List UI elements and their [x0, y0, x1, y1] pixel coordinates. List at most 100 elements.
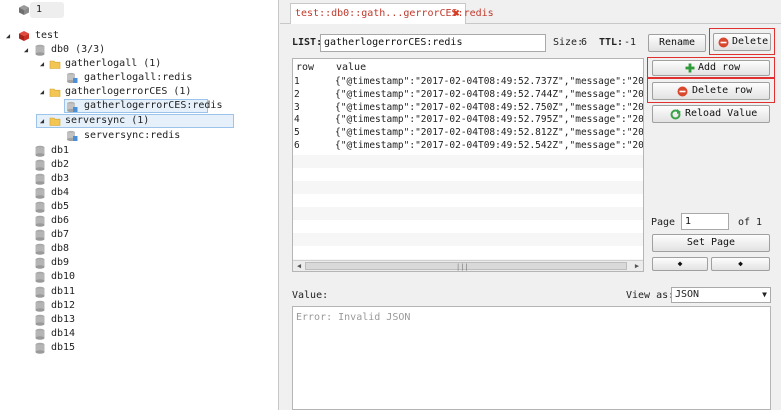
- scroll-left-arrow-icon[interactable]: ◀: [294, 261, 304, 271]
- column-header-row[interactable]: row: [296, 62, 314, 73]
- db-label: db3: [51, 173, 70, 185]
- right-arrow-icon: ◆: [738, 259, 743, 268]
- db-label: db4: [51, 187, 70, 199]
- view-as-label: View as:: [626, 290, 675, 301]
- row-number: 6: [294, 140, 300, 151]
- table-row[interactable]: 1 {"@timestamp":"2017-02-04T08:49:52.737Z…: [293, 75, 643, 88]
- empty-row: [293, 233, 643, 246]
- key-name-input[interactable]: gatherlogerrorCES:redis: [320, 34, 546, 52]
- database-icon: [35, 215, 45, 228]
- delete-circle-icon: [718, 37, 729, 48]
- table-row[interactable]: 6 {"@timestamp":"2017-02-04T09:49:52.542Z…: [293, 139, 643, 152]
- database-icon: [35, 173, 45, 185]
- view-as-select[interactable]: JSON ▼: [671, 287, 771, 303]
- row-value: {"@timestamp":"2017-02-04T09:49:52.542Z"…: [335, 140, 643, 151]
- db-label: db5: [51, 201, 70, 213]
- page-label: Page: [651, 217, 676, 228]
- row-value: {"@timestamp":"2017-02-04T08:49:52.744Z"…: [335, 88, 643, 100]
- tab-bar: test::db0::gath...gerrorCES:redis ✖: [280, 0, 781, 24]
- db-label: db15: [51, 341, 76, 353]
- plus-icon: [685, 63, 695, 73]
- value-error-text: Error: Invalid JSON: [296, 312, 411, 323]
- db-label: db1: [51, 145, 70, 156]
- scroll-right-arrow-icon[interactable]: ▶: [632, 261, 642, 271]
- db-label: db6: [51, 215, 70, 227]
- left-arrow-icon: ◆: [677, 259, 683, 268]
- database-icon: [35, 328, 45, 340]
- prev-page-button[interactable]: ◆: [652, 257, 708, 271]
- row-number: 4: [294, 114, 300, 126]
- expanded-arrow-icon[interactable]: ◢: [4, 29, 12, 43]
- database-icon: [35, 201, 45, 213]
- value-editor[interactable]: Error: Invalid JSON: [292, 306, 771, 410]
- key-type-label: LIST:: [292, 37, 323, 48]
- db-label: db12: [51, 299, 76, 311]
- expanded-arrow-icon[interactable]: ◢: [38, 57, 46, 71]
- row-value: {"@timestamp":"2017-02-04T08:49:52.737Z"…: [335, 76, 643, 87]
- db0-label: db0 (3/3): [51, 44, 106, 55]
- database-icon: [35, 300, 45, 312]
- tab-key-editor[interactable]: test::db0::gath...gerrorCES:redis ✖: [290, 3, 494, 24]
- scrollbar-thumb[interactable]: |||: [305, 262, 627, 271]
- ttl-label: TTL:: [599, 37, 624, 48]
- horizontal-scrollbar[interactable]: ◀ ||| ▶: [293, 260, 643, 271]
- expanded-arrow-icon[interactable]: ◢: [22, 43, 30, 57]
- page-input[interactable]: 1: [681, 213, 729, 230]
- empty-row: [293, 207, 643, 220]
- delete-row-button[interactable]: Delete row: [652, 82, 770, 100]
- folder-icon: [49, 60, 61, 69]
- add-row-button[interactable]: Add row: [652, 60, 770, 76]
- table-row[interactable]: 4 {"@timestamp":"2017-02-04T08:49:52.795Z…: [293, 113, 643, 126]
- column-header-value[interactable]: value: [336, 62, 366, 73]
- database-icon: [35, 145, 45, 157]
- server-red-icon: [19, 31, 29, 41]
- folder-icon: [49, 117, 61, 126]
- row-value: {"@timestamp":"2017-02-04T08:49:52.795Z"…: [335, 114, 643, 126]
- db-label: db7: [51, 229, 70, 241]
- tree-item-key-serversync[interactable]: ◢ serversync (1): [36, 114, 234, 128]
- database-icon: [35, 314, 45, 326]
- close-tab-icon[interactable]: ✖: [453, 4, 460, 23]
- db-label: db8: [51, 243, 70, 255]
- db-label: db11: [51, 285, 76, 297]
- table-row[interactable]: 5 {"@timestamp":"2017-02-04T08:49:52.812Z…: [293, 126, 643, 139]
- list-key-icon: [67, 130, 78, 142]
- database-icon: [35, 159, 45, 171]
- key-editor-pane: test::db0::gath...gerrorCES:redis ✖ LIST…: [280, 0, 781, 410]
- db-label: db13: [51, 313, 76, 325]
- reload-value-button[interactable]: Reload Value: [652, 105, 770, 123]
- list-key-icon: [67, 101, 78, 113]
- row-number: 2: [294, 88, 300, 100]
- folder-icon: [49, 88, 61, 97]
- database-icon: [35, 272, 45, 284]
- database-icon: [35, 342, 45, 354]
- list-values-table[interactable]: row value 1 {"@timestamp":"2017-02-04T08:…: [292, 58, 644, 272]
- database-icon: [35, 258, 45, 270]
- list-key-icon: [67, 72, 78, 84]
- rename-button[interactable]: Rename: [648, 34, 706, 52]
- delete-key-button[interactable]: Delete: [713, 33, 771, 51]
- row-number: 5: [294, 127, 300, 139]
- db-label: db14: [51, 327, 76, 339]
- next-page-button[interactable]: ◆: [711, 257, 770, 271]
- size-label: Size:: [553, 37, 584, 48]
- value-label: Value:: [292, 290, 329, 301]
- db-label: db9: [51, 257, 70, 269]
- db-label: db2: [51, 159, 70, 171]
- row-value: {"@timestamp":"2017-02-04T08:49:52.750Z"…: [335, 101, 643, 113]
- table-row[interactable]: 2 {"@timestamp":"2017-02-04T08:49:52.744Z…: [293, 88, 643, 101]
- server-icon: [19, 5, 29, 15]
- database-icon: [35, 286, 45, 298]
- database-icon: [35, 44, 45, 56]
- expanded-arrow-icon[interactable]: ◢: [38, 114, 46, 128]
- chevron-down-icon: ▼: [762, 290, 767, 299]
- set-page-button[interactable]: Set Page: [652, 234, 770, 252]
- delete-circle-icon: [677, 86, 688, 97]
- tree-item-gatherlogerrorces-redis[interactable]: gatherlogerrorCES:redis: [64, 99, 222, 113]
- database-icon: [35, 244, 45, 256]
- expanded-arrow-icon[interactable]: ◢: [38, 85, 46, 99]
- table-row[interactable]: 3 {"@timestamp":"2017-02-04T08:49:52.750Z…: [293, 101, 643, 114]
- row-number: 3: [294, 101, 300, 113]
- page-count: of 1: [738, 217, 763, 228]
- ttl-value: -1: [624, 37, 637, 48]
